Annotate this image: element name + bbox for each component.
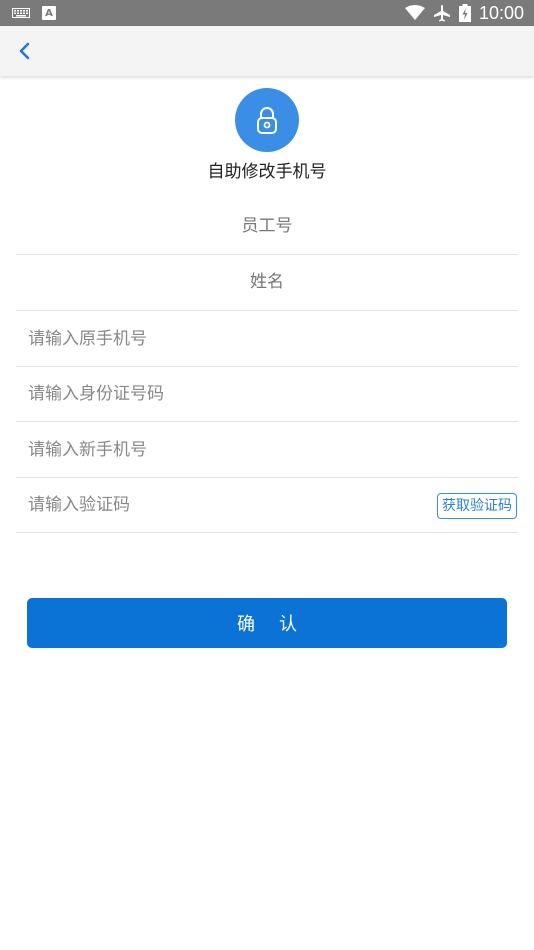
new-phone-row <box>16 422 518 478</box>
a-notification-icon: A <box>42 6 56 20</box>
verification-code-row: 获取验证码 <box>16 477 518 533</box>
old-phone-input[interactable] <box>28 311 408 366</box>
keyboard-icon <box>12 8 30 18</box>
page-title: 自助修改手机号 <box>207 162 327 182</box>
status-time: 10:00 <box>478 2 524 23</box>
battery-icon <box>458 4 471 22</box>
verification-code-input[interactable] <box>28 477 408 532</box>
name-value: 姓名 <box>250 272 284 292</box>
old-phone-row <box>16 311 518 367</box>
chevron-left-icon <box>19 42 30 60</box>
get-code-button[interactable]: 获取验证码 <box>437 493 517 519</box>
back-button[interactable] <box>10 36 40 66</box>
employee-id-value: 员工号 <box>241 216 293 236</box>
wifi-icon <box>404 5 425 20</box>
status-bar: A 10:00 <box>0 0 534 26</box>
app-bar <box>0 26 534 76</box>
name-row: 姓名 <box>16 255 518 311</box>
id-card-input[interactable] <box>28 366 408 421</box>
lock-avatar <box>235 88 299 152</box>
id-card-row <box>16 366 518 422</box>
confirm-button[interactable]: 确认 <box>27 598 507 648</box>
airplane-icon <box>433 5 450 22</box>
employee-id-row: 员工号 <box>16 199 518 255</box>
new-phone-input[interactable] <box>28 422 408 477</box>
lock-icon <box>257 107 277 134</box>
